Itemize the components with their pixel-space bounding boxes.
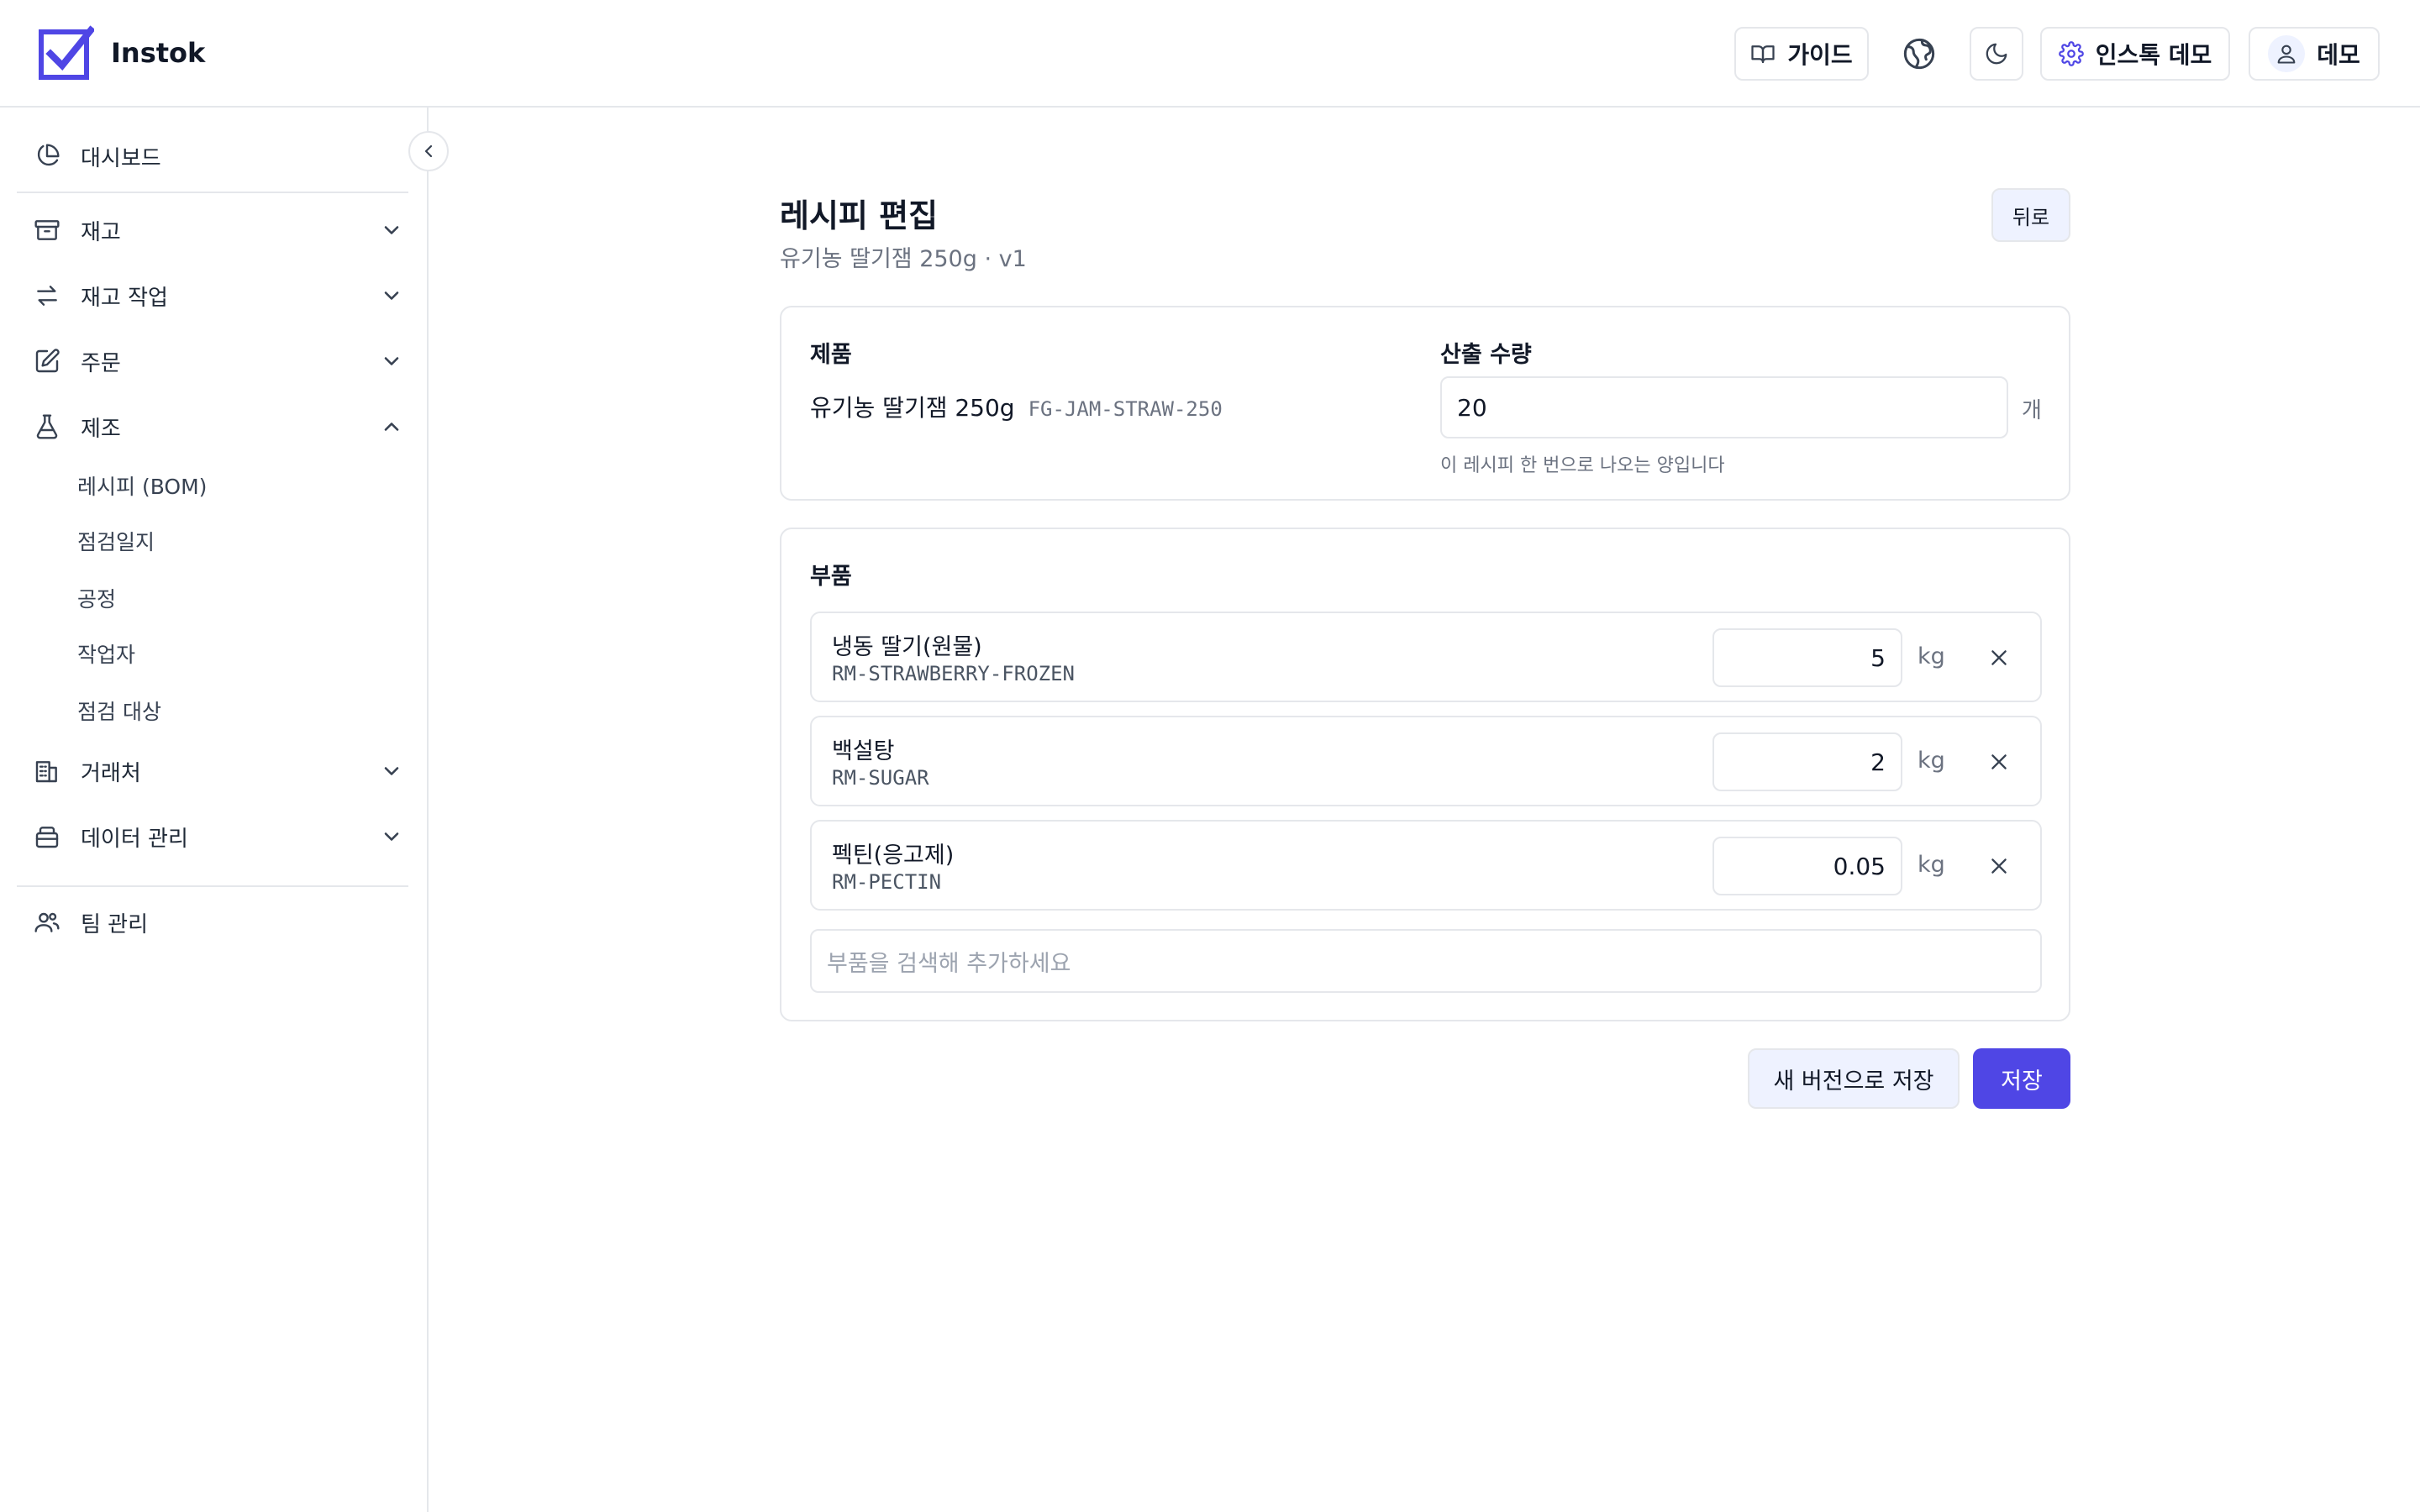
sidebar-divider	[17, 192, 408, 193]
sidebar-item-inventory[interactable]: 재고	[34, 203, 403, 257]
avatar	[2268, 35, 2306, 72]
sidebar-item-label: 팀 관리	[81, 911, 149, 937]
archive-box-icon	[34, 220, 60, 240]
language-globe-icon[interactable]	[1902, 37, 1936, 71]
sidebar-item-stock-operations[interactable]: 재고 작업	[34, 269, 403, 323]
sidebar-subitem-inspection-target[interactable]: 점검 대상	[77, 696, 161, 729]
page-title: 레시피 편집	[780, 197, 939, 234]
component-sku: RM-PECTIN	[832, 870, 942, 894]
yield-hint: 이 레시피 한 번으로 나오는 양입니다	[1440, 455, 1725, 476]
components-label: 부품	[810, 564, 852, 590]
guide-label: 가이드	[1787, 41, 1853, 69]
sidebar-item-label: 주문	[81, 350, 121, 376]
product-name: 유기농 딸기잼 250g FG-JAM-STRAW-250	[810, 390, 1223, 423]
yield-label: 산출 수량	[1440, 342, 1532, 368]
chevron-up-icon[interactable]	[380, 415, 403, 438]
close-icon	[1991, 650, 2007, 665]
sidebar-subitem-worker[interactable]: 작업자	[77, 638, 135, 672]
sidebar-subitem-recipe-bom[interactable]: 레시피 (BOM)	[77, 470, 207, 504]
book-icon	[1751, 45, 1775, 64]
sidebar-item-manufacturing[interactable]: 제조	[34, 400, 403, 454]
chevron-down-icon[interactable]	[380, 218, 403, 242]
sidebar: 대시보드 재고 재고 작업 주문 제조 레시피 (BOM) 점검일지 공정 작업…	[0, 108, 429, 1512]
sidebar-item-label: 재고 작업	[81, 285, 168, 311]
sidebar-subitem-process[interactable]: 공정	[77, 583, 116, 617]
component-name: 냉동 딸기(원물)	[832, 634, 982, 660]
users-icon	[34, 912, 60, 932]
sidebar-item-label: 재고	[81, 219, 121, 245]
workspace-label: 인스톡 데모	[2095, 41, 2212, 69]
component-quantity-input[interactable]: 2	[1712, 732, 1902, 791]
sidebar-divider	[17, 885, 408, 887]
back-button[interactable]: 뒤로	[1991, 188, 2070, 242]
moon-icon	[1986, 43, 2007, 65]
component-name: 백설탕	[832, 738, 895, 764]
sidebar-item-dashboard[interactable]: 대시보드	[34, 129, 403, 183]
component-row: 펙틴(응고제) RM-PECTIN 0.05 kg	[810, 820, 2042, 911]
product-name-text: 유기농 딸기잼 250g	[810, 394, 1015, 422]
component-unit: kg	[1918, 643, 1945, 669]
workspace-settings-button[interactable]: 인스톡 데모	[2040, 27, 2230, 81]
user-label: 데모	[2317, 41, 2360, 69]
sidebar-item-label: 거래처	[81, 760, 141, 786]
sidebar-item-orders[interactable]: 주문	[34, 334, 403, 388]
save-button[interactable]: 저장	[1973, 1048, 2070, 1109]
page-subtitle: 유기농 딸기잼 250g · v1	[780, 246, 1027, 272]
yield-quantity-input[interactable]: 20	[1440, 376, 2008, 438]
components-card: 부품 냉동 딸기(원물) RM-STRAWBERRY-FROZEN 5 kg 백…	[780, 528, 2070, 1021]
product-sku: FG-JAM-STRAW-250	[1028, 397, 1223, 421]
brand-name: Instok	[111, 37, 206, 69]
sidebar-subitem-inspection-log[interactable]: 점검일지	[77, 526, 155, 559]
chevron-left-icon	[424, 144, 433, 158]
edit-document-icon	[35, 349, 60, 373]
chevron-down-icon[interactable]	[380, 284, 403, 307]
component-row: 백설탕 RM-SUGAR 2 kg	[810, 716, 2042, 806]
remove-component-button[interactable]	[1985, 748, 2013, 776]
component-name: 펙틴(응고제)	[832, 843, 955, 869]
yield-unit: 개	[2022, 398, 2042, 423]
component-quantity-input[interactable]: 5	[1712, 628, 1902, 687]
top-header: Instok 가이드 인스톡 데모 데모	[0, 0, 2420, 108]
pie-chart-icon	[37, 144, 60, 166]
arrows-exchange-icon	[37, 286, 57, 306]
chevron-down-icon[interactable]	[380, 759, 403, 783]
close-icon	[1991, 858, 2007, 874]
sidebar-item-data-management[interactable]: 데이터 관리	[34, 810, 403, 864]
remove-component-button[interactable]	[1985, 643, 2013, 672]
sidebar-collapse-button[interactable]	[408, 131, 449, 171]
user-menu-button[interactable]: 데모	[2249, 27, 2380, 81]
component-sku: RM-SUGAR	[832, 766, 929, 790]
sidebar-item-label: 데이터 관리	[81, 826, 188, 852]
sidebar-item-label: 대시보드	[81, 145, 161, 171]
remove-component-button[interactable]	[1985, 852, 2013, 880]
gear-icon	[2058, 41, 2084, 66]
component-sku: RM-STRAWBERRY-FROZEN	[832, 662, 1075, 685]
dark-mode-toggle[interactable]	[1970, 27, 2023, 81]
product-label: 제품	[810, 342, 852, 368]
flask-icon	[36, 414, 58, 439]
building-icon	[35, 761, 57, 783]
save-new-version-button[interactable]: 새 버전으로 저장	[1748, 1048, 1960, 1109]
chevron-down-icon[interactable]	[380, 825, 403, 848]
component-search-input[interactable]: 부품을 검색해 추가하세요	[810, 929, 2042, 993]
sidebar-item-label: 제조	[81, 416, 121, 442]
sidebar-item-partners[interactable]: 거래처	[34, 744, 403, 798]
sidebar-item-team[interactable]: 팀 관리	[34, 895, 403, 949]
database-box-icon	[35, 827, 59, 848]
component-unit: kg	[1918, 748, 1945, 774]
component-quantity-input[interactable]: 0.05	[1712, 837, 1902, 895]
product-card: 제품 유기농 딸기잼 250g FG-JAM-STRAW-250 산출 수량 20…	[780, 306, 2070, 501]
brand[interactable]: Instok	[39, 25, 205, 81]
component-row: 냉동 딸기(원물) RM-STRAWBERRY-FROZEN 5 kg	[810, 612, 2042, 702]
checkbox-logo-icon	[39, 25, 94, 80]
guide-button[interactable]: 가이드	[1734, 27, 1869, 81]
component-unit: kg	[1918, 852, 1945, 878]
close-icon	[1991, 754, 2007, 769]
user-icon	[2277, 45, 2296, 64]
chevron-down-icon[interactable]	[380, 349, 403, 373]
